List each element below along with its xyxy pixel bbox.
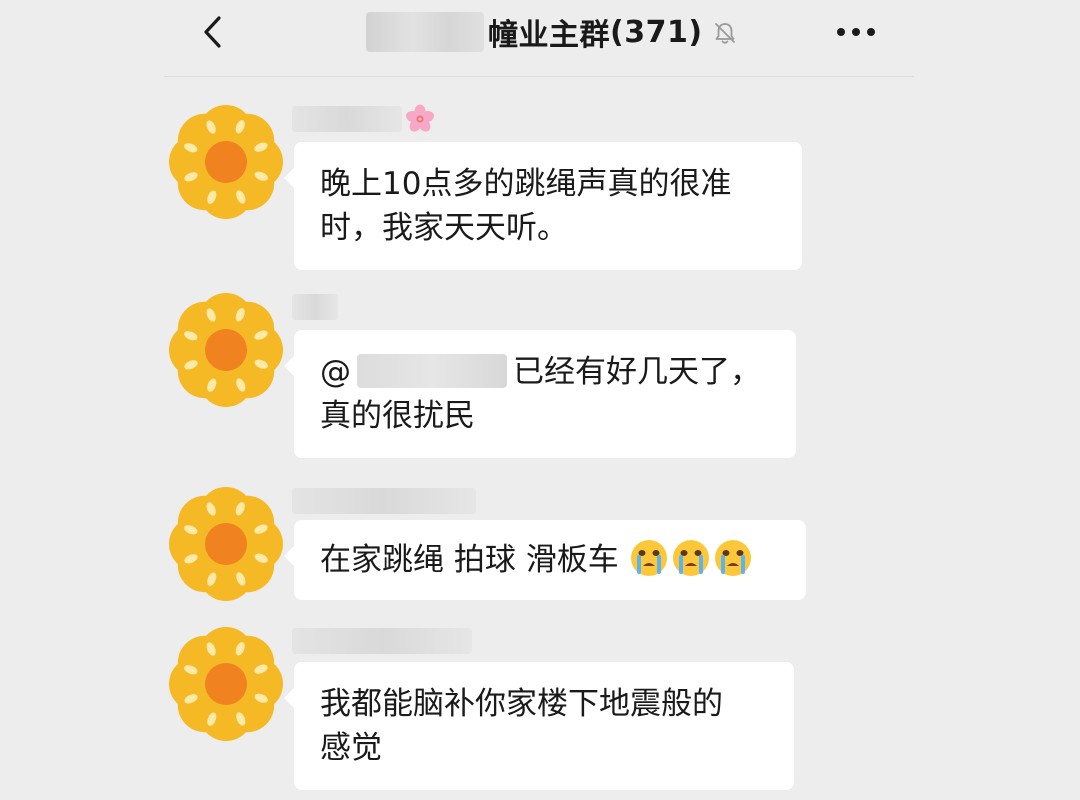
more-dots-icon: [837, 28, 875, 36]
redacted-group-name: [366, 12, 484, 52]
message-3: 在家跳绳 拍球 滑板车: [164, 486, 914, 606]
sunflower-avatar-icon: [169, 487, 283, 601]
bell-off-icon: [714, 23, 735, 44]
back-button[interactable]: [192, 10, 236, 54]
message-2: @ 已经有好几天了， 真的很扰民: [164, 292, 914, 462]
mention-symbol: @: [320, 354, 351, 390]
message-text: 已经有好几天了，: [513, 354, 761, 390]
avatar[interactable]: [164, 486, 288, 602]
redacted-sender-name: [292, 106, 402, 132]
member-count: (371): [610, 14, 703, 50]
message-4: 我都能脑补你家楼下地震般的 感觉: [164, 626, 914, 800]
more-options-button[interactable]: [832, 16, 880, 48]
chat-screen: 幢业主群 (371) 晚上10点多的跳绳声真的很准 时，我家天天听。 @ 已经有…: [0, 0, 1080, 800]
message-line: 时，我家天天听。: [320, 210, 568, 246]
message-line: 真的很扰民: [320, 398, 475, 434]
chat-title: 幢业主群 (371): [366, 8, 739, 56]
message-bubble[interactable]: 在家跳绳 拍球 滑板车: [284, 520, 806, 600]
crying-face-icon: [630, 540, 667, 576]
group-title: 幢业主群: [488, 18, 610, 53]
avatar[interactable]: [164, 104, 288, 220]
sender-name: [292, 104, 436, 134]
cherry-blossom-icon: [405, 104, 435, 132]
sunflower-avatar-icon: [169, 293, 283, 407]
sunflower-avatar-icon: [169, 627, 283, 741]
redacted-sender-name: [292, 628, 472, 654]
message-bubble[interactable]: @ 已经有好几天了， 真的很扰民: [284, 330, 796, 458]
avatar[interactable]: [164, 292, 288, 408]
message-text: 在家跳绳 拍球 滑板车: [320, 542, 619, 578]
message-line: 感觉: [320, 730, 382, 766]
sunflower-avatar-icon: [169, 105, 283, 219]
message-1: 晚上10点多的跳绳声真的很准 时，我家天天听。: [164, 104, 914, 274]
avatar[interactable]: [164, 626, 288, 742]
message-bubble[interactable]: 晚上10点多的跳绳声真的很准 时，我家天天听。: [284, 142, 802, 270]
sender-name: [292, 292, 338, 322]
message-line: 晚上10点多的跳绳声真的很准: [320, 166, 732, 202]
redacted-sender-name: [292, 294, 338, 320]
redacted-mention: [357, 354, 507, 388]
message-line: 我都能脑补你家楼下地震般的: [320, 686, 723, 722]
message-bubble[interactable]: 我都能脑补你家楼下地震般的 感觉: [284, 662, 794, 790]
crying-face-icon: [672, 540, 709, 576]
chevron-left-icon: [204, 16, 221, 48]
sender-name: [292, 626, 472, 656]
sender-name: [292, 486, 476, 516]
crying-face-icon: [714, 540, 751, 576]
message-line: @ 已经有好几天了，: [320, 350, 770, 394]
redacted-sender-name: [292, 488, 476, 514]
chat-header: 幢业主群 (371): [164, 0, 914, 77]
